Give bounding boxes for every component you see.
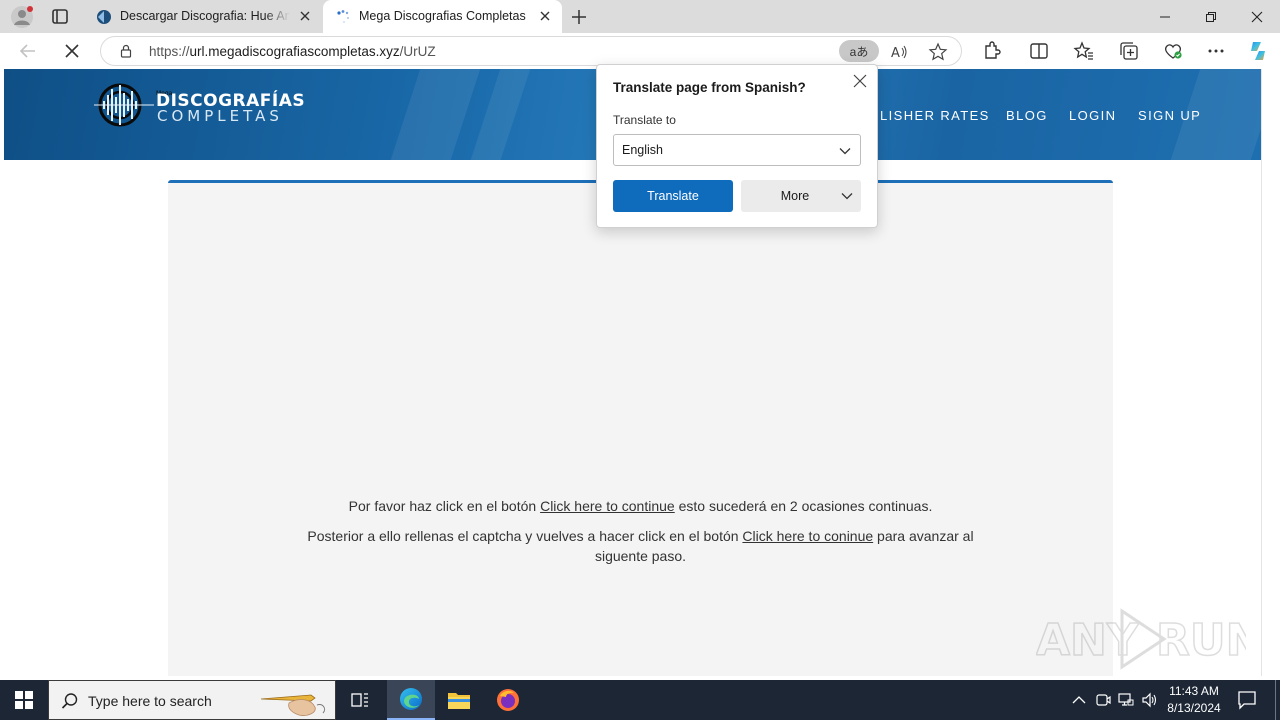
translate-button[interactable]: Translate	[613, 180, 733, 212]
read-aloud-icon[interactable]: A	[889, 42, 909, 62]
more-menu-icon[interactable]	[1205, 40, 1227, 62]
site-favicon-icon	[97, 10, 111, 24]
nav-login[interactable]: LOGIN	[1069, 108, 1116, 123]
logo-text-line2: COMPLETAS	[157, 107, 283, 125]
profile-avatar-icon[interactable]	[10, 5, 34, 29]
translate-to-label: Translate to	[613, 113, 676, 127]
folder-icon	[448, 693, 470, 709]
instruction-paragraph-1: Por favor haz click en el botón Click he…	[168, 496, 1113, 516]
taskbar-search-box[interactable]: Type here to search	[48, 680, 336, 720]
edge-browser-icon	[400, 688, 422, 710]
instruction-paragraph-2: Posterior a ello rellenas el captcha y v…	[293, 526, 988, 566]
close-tab-icon[interactable]	[298, 9, 312, 23]
content-panel: Por favor haz click en el botón Click he…	[168, 180, 1113, 676]
new-tab-icon[interactable]	[569, 7, 589, 27]
taskbar-file-explorer[interactable]	[435, 680, 483, 720]
search-placeholder: Type here to search	[88, 693, 212, 709]
restore-icon	[1206, 11, 1216, 22]
show-desktop-button[interactable]	[1275, 680, 1276, 720]
collections-icon[interactable]	[1118, 40, 1140, 62]
nav-sign-up[interactable]: SIGN UP	[1138, 108, 1201, 123]
taskbar-firefox[interactable]	[484, 680, 532, 720]
tab-descargar[interactable]: Descargar Discografia: Hue And Cry	[84, 0, 322, 33]
close-icon[interactable]	[853, 74, 867, 88]
address-bar[interactable]: https://url.megadiscografiascompletas.xy…	[100, 36, 962, 66]
lock-icon[interactable]	[119, 44, 133, 58]
url-path: /UrUZ	[399, 44, 436, 59]
more-label: More	[780, 189, 810, 203]
close-window-button[interactable]	[1234, 0, 1280, 33]
popup-title: Translate page from Spanish?	[613, 80, 806, 95]
browser-essentials-icon[interactable]	[1162, 40, 1184, 62]
svg-text:A: A	[891, 46, 900, 61]
svg-text:ANY: ANY	[1036, 615, 1140, 666]
search-icon	[61, 693, 78, 709]
text: Por favor haz click en el botón	[348, 498, 541, 514]
anyrun-watermark: ANY RUN	[1036, 608, 1246, 670]
notification-center-icon[interactable]	[1236, 690, 1258, 710]
restore-button[interactable]	[1188, 0, 1234, 33]
chevron-down-icon	[841, 193, 853, 200]
text: esto sucederá en 2 ocasiones continuas.	[674, 498, 933, 514]
windows-logo-icon	[15, 691, 33, 709]
volume-icon[interactable]	[1141, 691, 1159, 709]
taskbar: Type here to search 11:43 AM 8/13/2024	[0, 680, 1280, 720]
nav-publisher-rates[interactable]: LISHER RATES	[880, 108, 990, 123]
svg-text:RUN: RUN	[1156, 615, 1246, 666]
url-text[interactable]: https://url.megadiscografiascompletas.xy…	[149, 44, 436, 59]
network-icon[interactable]	[1117, 691, 1135, 709]
language-select[interactable]: English	[613, 134, 861, 166]
text: Posterior a ello rellenas el captcha y v…	[307, 528, 743, 544]
clock-date: 8/13/2024	[1167, 701, 1221, 715]
show-hidden-icons-chevron-up-icon[interactable]	[1070, 691, 1088, 709]
url-host: url.megadiscografiascompletas.xyz	[189, 44, 400, 59]
tab-strip: Descargar Discografia: Hue And Cry Mega …	[0, 0, 1280, 33]
nav-blog[interactable]: BLOG	[1006, 108, 1048, 123]
continue-link[interactable]: Click here to continue	[540, 498, 675, 514]
translate-popup: Translate page from Spanish? Translate t…	[596, 64, 878, 228]
tab-title: Descargar Discografia: Hue And Cry	[120, 9, 290, 23]
minimize-button[interactable]	[1142, 0, 1188, 33]
favorite-star-icon[interactable]	[928, 42, 948, 62]
header-decoration	[381, 69, 487, 160]
close-tab-icon[interactable]	[538, 9, 552, 23]
tab-actions-icon[interactable]	[48, 7, 72, 27]
loading-spinner-icon	[337, 10, 349, 23]
tab-title: Mega Discografias Completas	[359, 9, 526, 23]
split-screen-icon[interactable]	[1028, 40, 1050, 62]
search-highlight-pencil-icon	[260, 694, 326, 716]
copilot-icon[interactable]	[1246, 39, 1270, 63]
favorites-icon[interactable]	[1073, 40, 1095, 62]
tab-mega-discografias[interactable]: Mega Discografias Completas	[323, 0, 562, 33]
selected-language: English	[622, 143, 663, 157]
close-icon	[1251, 11, 1263, 22]
system-clock[interactable]: 11:43 AM 8/13/2024	[1160, 683, 1228, 717]
task-view-icon	[351, 693, 368, 707]
clock-time: 11:43 AM	[1169, 684, 1219, 698]
stop-loading-icon[interactable]	[61, 40, 83, 62]
more-button[interactable]: More	[741, 180, 861, 212]
scrollbar-track[interactable]	[1261, 69, 1262, 676]
minimize-icon	[1160, 16, 1170, 17]
back-arrow-icon[interactable]	[17, 40, 39, 62]
meet-now-icon[interactable]	[1094, 691, 1112, 709]
url-scheme: https://	[149, 44, 190, 59]
continue-link[interactable]: Click here to coninue	[742, 528, 873, 544]
chevron-down-icon	[839, 148, 851, 155]
translate-page-button[interactable]: aあ	[839, 40, 879, 62]
extensions-icon[interactable]	[980, 40, 1002, 62]
taskbar-edge[interactable]	[387, 680, 435, 720]
task-view-button[interactable]	[336, 680, 384, 720]
start-button[interactable]	[0, 680, 48, 720]
firefox-icon	[497, 689, 519, 711]
